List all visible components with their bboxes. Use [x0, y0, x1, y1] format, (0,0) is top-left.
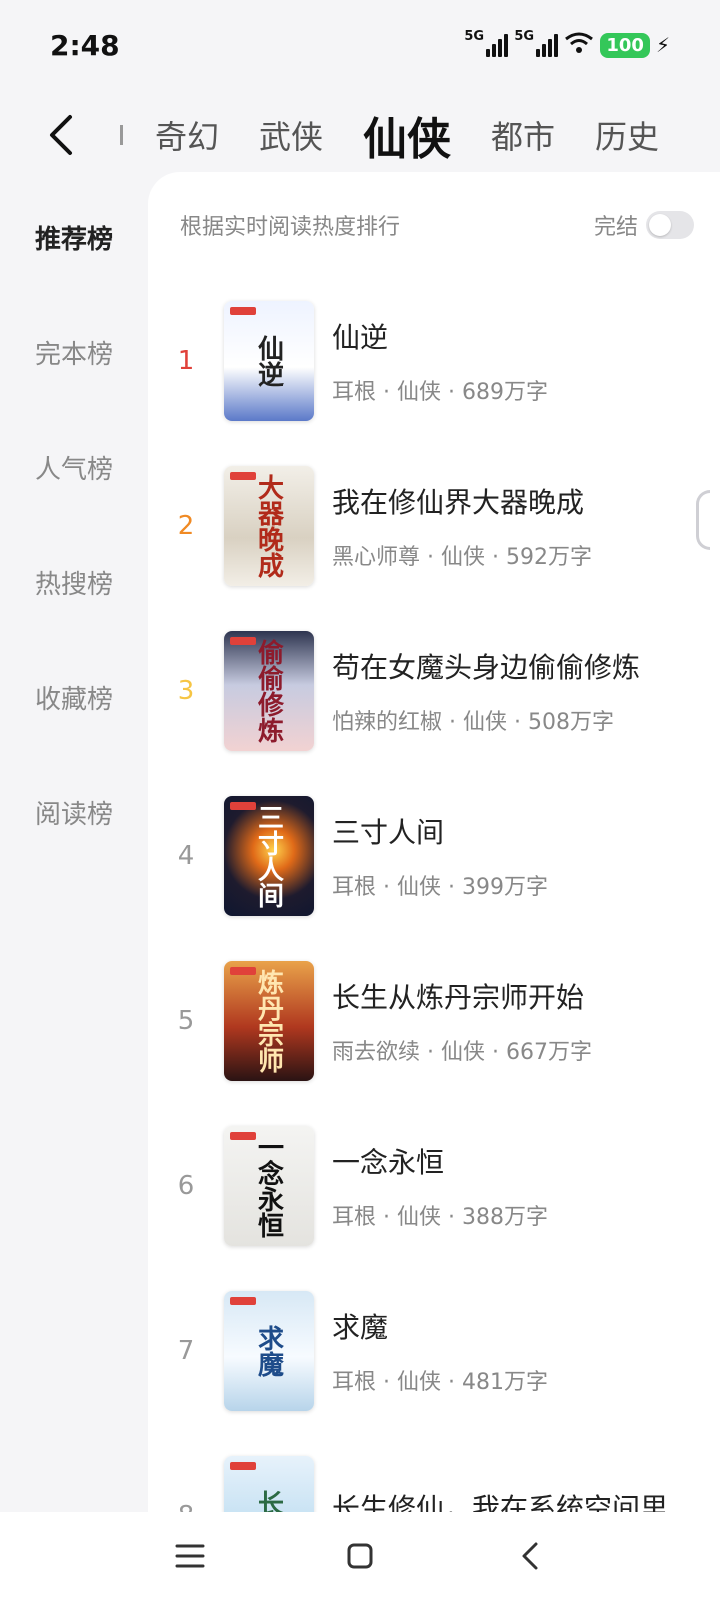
rank-number: 8 — [148, 1501, 224, 1513]
ranking-panel: 根据实时阅读热度排行 完结 1 仙逆 仙逆 耳根 · 仙侠 · 689万字 2 … — [148, 172, 720, 1512]
back-icon — [522, 1542, 538, 1570]
book-info: 耳根 · 仙侠 · 689万字 — [332, 379, 548, 405]
rank-number: 2 — [177, 510, 195, 541]
back-button[interactable] — [26, 100, 96, 170]
category-bar: 奇幻 武侠 仙侠 都市 历史 — [0, 90, 720, 180]
wifi-icon — [564, 31, 594, 60]
book-cover[interactable]: 偷偷修炼 — [224, 630, 314, 751]
rank-menu-hot-search[interactable]: 热搜榜 — [0, 525, 148, 640]
book-meta: 仙逆 耳根 · 仙侠 · 689万字 — [332, 316, 720, 406]
book-info: 耳根 · 仙侠 · 388万字 — [332, 1204, 548, 1230]
list-item[interactable]: 5 炼丹宗师 长生从炼丹宗师开始 雨去欲续 · 仙侠 · 667万字 — [148, 938, 720, 1103]
panel-header: 根据实时阅读热度排行 完结 — [148, 172, 720, 278]
rank-number: 1 — [177, 345, 195, 376]
tab-wuxia[interactable]: 武侠 — [259, 112, 323, 158]
book-meta: 长生从炼丹宗师开始 雨去欲续 · 仙侠 · 667万字 — [332, 976, 720, 1066]
rank-number: 4 — [177, 840, 195, 871]
status-icons: 5G 5G 100 ⚡ — [464, 29, 670, 60]
book-meta: 三寸人间 耳根 · 仙侠 · 399万字 — [332, 811, 720, 901]
book-info: 雨去欲续 · 仙侠 · 667万字 — [332, 1039, 592, 1065]
book-meta: 一念永恒 耳根 · 仙侠 · 388万字 — [332, 1141, 720, 1231]
rank-menu: 推荐榜 完本榜 人气榜 热搜榜 收藏榜 阅读榜 — [0, 180, 148, 870]
list-item[interactable]: 7 求魔 求魔 耳根 · 仙侠 · 481万字 — [148, 1268, 720, 1433]
status-time: 2:48 — [50, 28, 120, 62]
edge-swipe-handle[interactable] — [696, 490, 710, 550]
rank-menu-favorites[interactable]: 收藏榜 — [0, 640, 148, 755]
book-title: 一念永恒 — [332, 1145, 445, 1179]
book-meta: 长生修仙，我在系统空间里 — [332, 1487, 720, 1513]
book-cover[interactable]: 一念永恒 — [224, 1125, 314, 1246]
list-item[interactable]: 1 仙逆 仙逆 耳根 · 仙侠 · 689万字 — [148, 278, 720, 443]
book-info: 黑心师尊 · 仙侠 · 592万字 — [332, 544, 592, 570]
rank-number: 5 — [177, 1005, 195, 1036]
book-meta: 求魔 耳根 · 仙侠 · 481万字 — [332, 1306, 720, 1396]
signal-icon: 5G — [464, 29, 509, 57]
rank-number: 7 — [177, 1335, 195, 1366]
battery-icon: 100 — [600, 32, 650, 58]
book-title: 三寸人间 — [332, 815, 445, 849]
ranking-description: 根据实时阅读热度排行 — [180, 215, 401, 240]
status-bar: 2:48 5G 5G 100 ⚡ — [0, 0, 720, 90]
rank-number: 3 — [177, 675, 195, 706]
book-title: 仙逆 — [332, 320, 389, 354]
divider — [120, 125, 123, 145]
finished-toggle[interactable] — [646, 211, 694, 239]
book-cover[interactable]: 三寸人间 — [224, 795, 314, 916]
network-type-label: 5G — [464, 29, 485, 44]
rank-menu-recommend[interactable]: 推荐榜 — [0, 180, 148, 295]
book-meta: 我在修仙界大器晚成 黑心师尊 · 仙侠 · 592万字 — [332, 481, 720, 571]
book-title: 苟在女魔头身边偷偷修炼 — [332, 650, 641, 684]
list-item[interactable]: 6 一念永恒 一念永恒 耳根 · 仙侠 · 388万字 — [148, 1103, 720, 1268]
menu-button[interactable] — [160, 1526, 220, 1586]
chevron-left-icon — [50, 115, 72, 155]
rank-menu-reading[interactable]: 阅读榜 — [0, 755, 148, 870]
list-item[interactable]: 4 三寸人间 三寸人间 耳根 · 仙侠 · 399万字 — [148, 773, 720, 938]
book-title: 我在修仙界大器晚成 — [332, 485, 585, 519]
tab-history[interactable]: 历史 — [595, 112, 659, 158]
finished-label: 完结 — [593, 215, 638, 240]
book-title: 求魔 — [332, 1310, 389, 1344]
book-list: 1 仙逆 仙逆 耳根 · 仙侠 · 689万字 2 大器晚成 我在修仙界大器晚成… — [148, 278, 720, 1512]
list-item[interactable]: 2 大器晚成 我在修仙界大器晚成 黑心师尊 · 仙侠 · 592万字 — [148, 443, 720, 608]
rank-number: 6 — [177, 1170, 195, 1201]
tab-xianxia[interactable]: 仙侠 — [363, 103, 451, 167]
book-info: 怕辣的红椒 · 仙侠 · 508万字 — [332, 709, 614, 735]
list-item[interactable]: 8 长生 长生修仙，我在系统空间里 — [148, 1433, 720, 1512]
book-info: 耳根 · 仙侠 · 399万字 — [332, 874, 548, 900]
signal-icon-2: 5G — [514, 29, 559, 57]
book-cover[interactable]: 求魔 — [224, 1290, 314, 1411]
book-title: 长生从炼丹宗师开始 — [332, 980, 585, 1014]
network-type-label-2: 5G — [514, 29, 535, 44]
book-cover[interactable]: 仙逆 — [224, 300, 314, 421]
tab-urban[interactable]: 都市 — [491, 112, 555, 158]
book-cover[interactable]: 大器晚成 — [224, 465, 314, 586]
system-nav-bar — [0, 1512, 720, 1600]
tab-fantasy[interactable]: 奇幻 — [155, 112, 219, 158]
home-button[interactable] — [330, 1526, 390, 1586]
book-cover[interactable]: 长生 — [224, 1455, 314, 1512]
book-info: 耳根 · 仙侠 · 481万字 — [332, 1369, 548, 1395]
rank-menu-popular[interactable]: 人气榜 — [0, 410, 148, 525]
rank-menu-complete[interactable]: 完本榜 — [0, 295, 148, 410]
book-meta: 苟在女魔头身边偷偷修炼 怕辣的红椒 · 仙侠 · 508万字 — [332, 646, 720, 736]
list-item[interactable]: 3 偷偷修炼 苟在女魔头身边偷偷修炼 怕辣的红椒 · 仙侠 · 508万字 — [148, 608, 720, 773]
menu-icon — [175, 1544, 205, 1568]
home-icon — [347, 1543, 373, 1569]
finished-filter[interactable]: 完结 — [594, 209, 694, 241]
nav-back-button[interactable] — [500, 1526, 560, 1586]
book-cover[interactable]: 炼丹宗师 — [224, 960, 314, 1081]
book-title: 长生修仙，我在系统空间里 — [332, 1491, 669, 1513]
charging-icon: ⚡ — [655, 33, 670, 57]
